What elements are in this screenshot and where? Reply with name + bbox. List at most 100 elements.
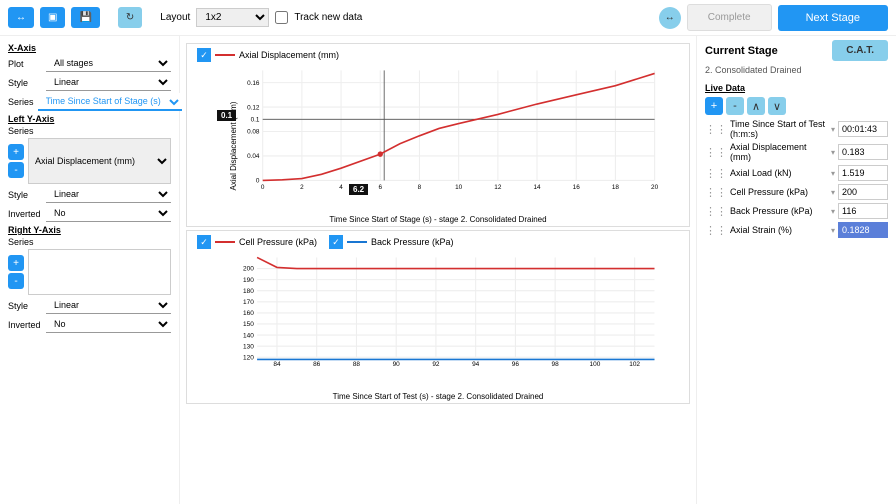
svg-text:88: 88 [353, 361, 361, 368]
track-label: Track new data [294, 12, 362, 23]
svg-text:14: 14 [533, 184, 540, 191]
chart-1-body[interactable]: Axial Displacement (mm) 00.040.080.10.12… [187, 66, 689, 226]
drag-handle-icon[interactable]: ⋮⋮ [705, 205, 727, 218]
live-data-row: ⋮⋮ Back Pressure (kPa) ▾ [705, 203, 888, 219]
legend-label-2b: Back Pressure (kPa) [371, 237, 454, 247]
drag-handle-icon[interactable]: ⋮⋮ [705, 224, 727, 237]
svg-text:130: 130 [243, 343, 254, 350]
svg-text:0.1: 0.1 [251, 116, 260, 123]
righty-style-select[interactable]: Linear [46, 297, 171, 314]
save-button[interactable]: 💾 [71, 7, 99, 28]
chevron-down-icon[interactable]: ▾ [831, 226, 835, 235]
righty-add-button[interactable]: + [8, 255, 24, 271]
svg-text:180: 180 [243, 288, 254, 295]
lefty-remove-button[interactable]: - [8, 162, 24, 178]
live-value[interactable] [838, 184, 888, 200]
svg-text:96: 96 [512, 361, 520, 368]
xstyle-select[interactable]: Linear [46, 74, 171, 91]
chevron-down-icon[interactable]: ▾ [831, 207, 835, 216]
live-data-row: ⋮⋮ Cell Pressure (kPa) ▾ [705, 184, 888, 200]
right-panel: Current Stage C.A.T. 2. Consolidated Dra… [696, 36, 896, 504]
live-up-button[interactable]: ∧ [747, 97, 765, 115]
lefty-title: Left Y-Axis [8, 114, 171, 124]
save-layout-button[interactable]: ▣ [40, 7, 65, 28]
lefty-style-label: Style [8, 190, 42, 200]
svg-text:10: 10 [455, 184, 462, 191]
live-data-row: ⋮⋮ Axial Displacement (mm) ▾ [705, 142, 888, 162]
svg-text:100: 100 [590, 361, 601, 368]
svg-text:92: 92 [432, 361, 440, 368]
expand-button[interactable]: ↔ [8, 7, 34, 28]
next-stage-button[interactable]: Next Stage [778, 5, 888, 31]
track-new-data-checkbox[interactable] [275, 11, 288, 24]
live-value[interactable] [838, 165, 888, 181]
layout-label: Layout [160, 12, 190, 23]
righty-title: Right Y-Axis [8, 225, 171, 235]
chart-2-body[interactable]: 1201301401501601701801902008486889092949… [187, 253, 689, 403]
refresh-button[interactable]: ↻ [118, 7, 142, 28]
legend-line-icon [215, 241, 235, 243]
xseries-select[interactable]: Time Since Start of Stage (s) [38, 93, 182, 111]
svg-text:8: 8 [418, 184, 422, 191]
chevron-down-icon[interactable]: ▾ [831, 148, 835, 157]
svg-text:90: 90 [393, 361, 401, 368]
live-value[interactable] [838, 121, 888, 137]
svg-text:4: 4 [339, 184, 343, 191]
drag-handle-icon[interactable]: ⋮⋮ [705, 123, 727, 136]
svg-text:84: 84 [273, 361, 281, 368]
plot-label: Plot [8, 59, 42, 69]
live-down-button[interactable]: ∨ [768, 97, 786, 115]
svg-text:150: 150 [243, 321, 254, 328]
live-add-button[interactable]: + [705, 97, 723, 115]
toolbar: ↔ ▣ 💾 ↻ Layout 1x2 Track new data ↔ Comp… [0, 0, 896, 36]
svg-text:16: 16 [573, 184, 580, 191]
svg-text:0.16: 0.16 [247, 80, 260, 87]
lefty-style-select[interactable]: Linear [46, 186, 171, 203]
lefty-add-button[interactable]: + [8, 144, 24, 160]
svg-text:98: 98 [552, 361, 560, 368]
righty-series-box[interactable] [28, 249, 171, 295]
current-stage-title: Current Stage [705, 45, 778, 57]
xaxis-title: X-Axis [8, 43, 171, 53]
live-label: Time Since Start of Test (h:m:s) [730, 119, 828, 139]
chart-1-xlabel: Time Since Start of Stage (s) - stage 2.… [187, 215, 689, 224]
chart-2: ✓ Cell Pressure (kPa) ✓ Back Pressure (k… [186, 230, 690, 404]
cat-button[interactable]: C.A.T. [832, 40, 888, 61]
live-remove-button[interactable]: - [726, 97, 744, 115]
sync-button[interactable]: ↔ [659, 7, 681, 29]
lefty-series-label: Series [8, 126, 42, 136]
legend-check-icon[interactable]: ✓ [197, 235, 211, 249]
drag-handle-icon[interactable]: ⋮⋮ [705, 186, 727, 199]
svg-text:0.08: 0.08 [247, 129, 260, 136]
righty-series-label: Series [8, 237, 42, 247]
live-label: Cell Pressure (kPa) [730, 187, 828, 197]
chevron-down-icon[interactable]: ▾ [831, 125, 835, 134]
live-label: Back Pressure (kPa) [730, 206, 828, 216]
plot-select[interactable]: All stages [46, 55, 171, 72]
legend-check-icon[interactable]: ✓ [329, 235, 343, 249]
live-value[interactable] [838, 144, 888, 160]
righty-inverted-select[interactable]: No [46, 316, 171, 333]
legend-check-icon[interactable]: ✓ [197, 48, 211, 62]
live-data-title: Live Data [705, 83, 888, 93]
svg-text:140: 140 [243, 332, 254, 339]
lefty-inverted-select[interactable]: No [46, 205, 171, 222]
chevron-down-icon[interactable]: ▾ [831, 169, 835, 178]
svg-text:20: 20 [651, 184, 658, 191]
drag-handle-icon[interactable]: ⋮⋮ [705, 167, 727, 180]
svg-text:86: 86 [313, 361, 321, 368]
svg-text:2: 2 [300, 184, 304, 191]
live-data-row: ⋮⋮ Axial Load (kN) ▾ [705, 165, 888, 181]
layout-select[interactable]: 1x2 [196, 8, 269, 27]
svg-text:170: 170 [243, 299, 254, 306]
chevron-down-icon[interactable]: ▾ [831, 188, 835, 197]
righty-remove-button[interactable]: - [8, 273, 24, 289]
live-label: Axial Load (kN) [730, 168, 828, 178]
live-value[interactable] [838, 222, 888, 238]
live-value[interactable] [838, 203, 888, 219]
legend-label-1: Axial Displacement (mm) [239, 50, 339, 60]
chart-1: ✓ Axial Displacement (mm) Axial Displace… [186, 43, 690, 227]
drag-handle-icon[interactable]: ⋮⋮ [705, 146, 727, 159]
complete-button[interactable]: Complete [687, 4, 772, 31]
lefty-series-box[interactable]: Axial Displacement (mm) [28, 138, 171, 184]
